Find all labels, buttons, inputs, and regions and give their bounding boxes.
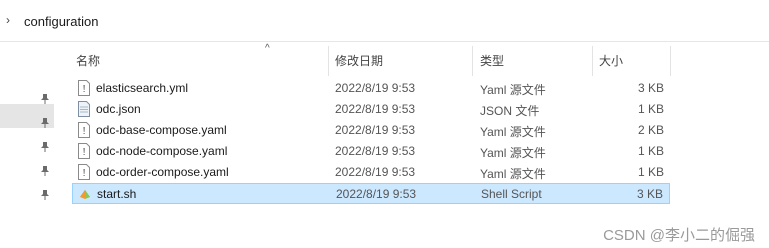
column-divider[interactable]: [670, 46, 671, 76]
file-name: odc-node-compose.yaml: [96, 144, 228, 158]
file-type: Shell Script: [481, 187, 542, 201]
navigation-pane: [0, 42, 56, 248]
file-size: 1 KB: [637, 144, 664, 158]
file-date: 2022/8/19 9:53: [336, 187, 417, 201]
file-row[interactable]: odc-base-compose.yaml 2022/8/19 9:53 Yam…: [72, 120, 670, 141]
sort-ascending-icon: ^: [265, 43, 270, 54]
column-header-date[interactable]: 修改日期: [335, 52, 383, 69]
column-divider[interactable]: [472, 46, 473, 76]
file-name: start.sh: [97, 187, 137, 201]
column-header-name[interactable]: 名称: [76, 52, 100, 69]
yaml-file-icon: [77, 164, 91, 180]
column-divider[interactable]: [592, 46, 593, 76]
yaml-file-icon: [77, 80, 91, 96]
file-size: 3 KB: [637, 81, 664, 95]
yaml-file-icon: [77, 122, 91, 138]
file-name: odc-order-compose.yaml: [96, 165, 229, 179]
file-size: 1 KB: [637, 102, 664, 116]
column-header-type[interactable]: 类型: [480, 52, 504, 69]
pin-icon: [39, 117, 51, 129]
pin-icon: [39, 93, 51, 105]
file-row[interactable]: elasticsearch.yml 2022/8/19 9:53 Yaml 源文…: [72, 78, 670, 99]
file-row[interactable]: odc.json 2022/8/19 9:53 JSON 文件 1 KB: [72, 99, 670, 120]
watermark: CSDN @李小二的倔强: [603, 227, 755, 244]
column-header-size[interactable]: 大小: [599, 52, 623, 69]
file-row-selected[interactable]: start.sh 2022/8/19 9:53 Shell Script 3 K…: [72, 183, 670, 204]
file-date: 2022/8/19 9:53: [335, 123, 416, 137]
file-type: Yaml 源文件: [480, 125, 546, 139]
file-name: odc.json: [96, 102, 141, 116]
pin-icon: [39, 141, 51, 153]
file-type: Yaml 源文件: [480, 83, 546, 97]
shell-script-icon: [78, 186, 92, 202]
file-size: 3 KB: [636, 187, 663, 201]
file-row[interactable]: odc-node-compose.yaml 2022/8/19 9:53 Yam…: [72, 141, 670, 162]
file-type: Yaml 源文件: [480, 146, 546, 160]
yaml-file-icon: [77, 143, 91, 159]
pin-icon: [39, 189, 51, 201]
chevron-right-icon[interactable]: ›: [6, 13, 16, 27]
file-size: 2 KB: [637, 123, 664, 137]
file-date: 2022/8/19 9:53: [335, 81, 416, 95]
column-header-row: ^ 名称 修改日期 类型 大小: [72, 42, 769, 78]
address-bar[interactable]: › configuration: [0, 0, 769, 42]
file-date: 2022/8/19 9:53: [335, 144, 416, 158]
file-name: elasticsearch.yml: [96, 81, 189, 95]
json-file-icon: [77, 101, 91, 117]
file-type: Yaml 源文件: [480, 167, 546, 181]
file-size: 1 KB: [637, 165, 664, 179]
file-name: odc-base-compose.yaml: [96, 123, 227, 137]
file-date: 2022/8/19 9:53: [335, 102, 416, 116]
file-type: JSON 文件: [480, 104, 540, 118]
breadcrumb-configuration[interactable]: configuration: [24, 14, 98, 29]
column-divider[interactable]: [328, 46, 329, 76]
pin-icon: [39, 165, 51, 177]
file-date: 2022/8/19 9:53: [335, 165, 416, 179]
file-row[interactable]: odc-order-compose.yaml 2022/8/19 9:53 Ya…: [72, 162, 670, 183]
